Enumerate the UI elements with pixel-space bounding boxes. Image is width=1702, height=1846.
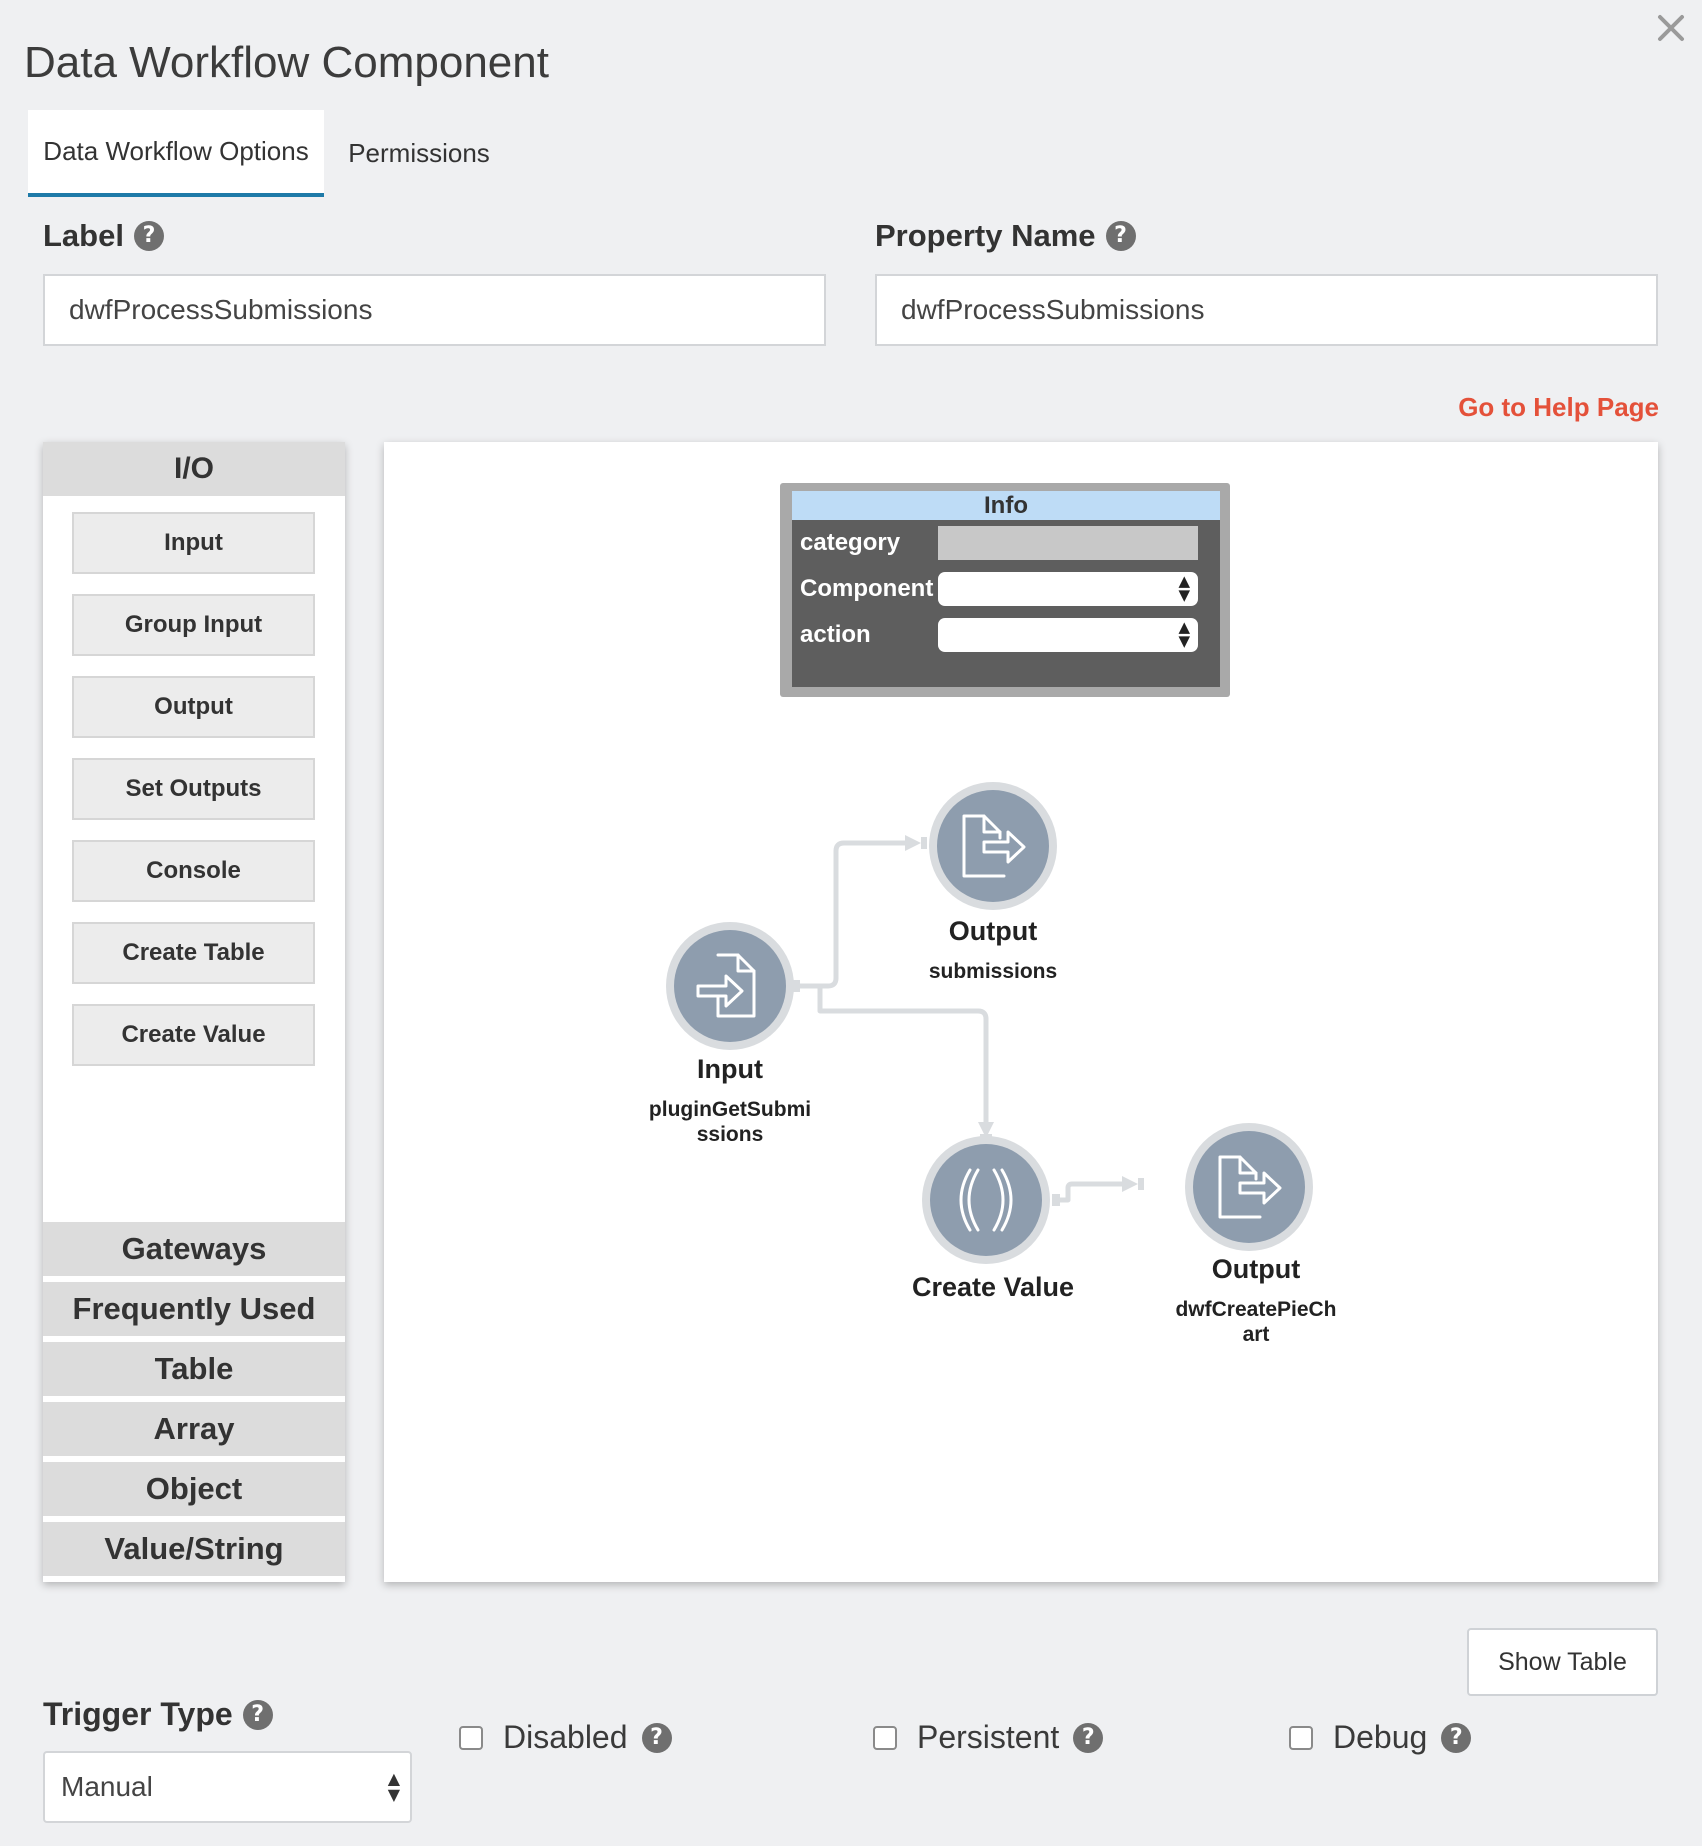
property-name-label-text: Property Name <box>875 218 1096 253</box>
trigger-type-select[interactable]: Manual ▲ ▼ <box>43 1751 412 1823</box>
input-node-title: Input <box>697 1054 763 1084</box>
label-input[interactable]: dwfProcessSubmissions <box>43 274 826 346</box>
palette-section-frequently-used[interactable]: Frequently Used <box>43 1282 345 1336</box>
palette-section-table[interactable]: Table <box>43 1342 345 1396</box>
palette-console-button[interactable]: Console <box>72 840 315 902</box>
debug-option: Debug ? <box>1289 1719 1472 1756</box>
component-select[interactable]: ▲ ▼ <box>938 572 1198 606</box>
disabled-label: Disabled <box>503 1719 628 1755</box>
port-create-value-out <box>1052 1194 1060 1206</box>
trigger-type-value: Manual <box>61 1771 153 1802</box>
create-value-node[interactable] <box>922 1136 1050 1264</box>
info-panel-title: Info <box>792 491 1220 520</box>
palette-create-value-button[interactable]: Create Value <box>72 1004 315 1066</box>
select-arrows-icon: ▲ ▼ <box>1178 618 1190 650</box>
tab-permissions[interactable]: Permissions <box>334 110 504 197</box>
palette-header-io[interactable]: I/O <box>43 442 345 496</box>
tab-data-workflow-options[interactable]: Data Workflow Options <box>28 110 324 197</box>
info-action-label: action <box>800 621 871 648</box>
port-output-submissions-in <box>921 837 927 849</box>
input-node-subtitle: pluginGetSubmi ssions <box>648 1098 812 1146</box>
select-arrows-icon: ▲ ▼ <box>1178 572 1190 604</box>
debug-checkbox[interactable] <box>1289 1725 1313 1750</box>
port-output-chart-in <box>1138 1178 1144 1190</box>
palette-output-button[interactable]: Output <box>72 676 315 738</box>
info-category-label: category <box>800 529 901 556</box>
create-value-title: Create Value <box>911 1272 1075 1302</box>
node-palette: I/O Input Group Input Output Set Outputs… <box>43 442 345 1582</box>
property-name-field-label: Property Name ? <box>875 218 1136 254</box>
palette-create-table-button[interactable]: Create Table <box>72 922 315 984</box>
output-chart-title: Output <box>1211 1254 1301 1284</box>
arrowhead-output-submissions <box>905 835 921 851</box>
question-icon[interactable]: ? <box>242 1699 273 1730</box>
trigger-type-label-text: Trigger Type <box>43 1696 233 1732</box>
info-panel: Info category Component ▲ ▼ action ▲ ▼ <box>780 483 1230 697</box>
persistent-option: Persistent ? <box>873 1719 1104 1756</box>
output-chart-subtitle: dwfCreatePieCh art <box>1175 1298 1337 1346</box>
palette-section-gateways[interactable]: Gateways <box>43 1222 345 1276</box>
property-name-input[interactable]: dwfProcessSubmissions <box>875 274 1658 346</box>
label-field-label: Label ? <box>43 218 164 254</box>
dialog-title: Data Workflow Component <box>24 38 549 87</box>
disabled-option: Disabled ? <box>459 1719 672 1756</box>
question-icon[interactable]: ? <box>133 221 164 251</box>
show-table-button[interactable]: Show Table <box>1467 1628 1658 1696</box>
arrowhead-output-chart <box>1122 1176 1138 1192</box>
debug-label: Debug <box>1333 1719 1428 1755</box>
category-input[interactable] <box>938 526 1198 560</box>
action-select[interactable]: ▲ ▼ <box>938 618 1198 652</box>
question-icon[interactable]: ? <box>1073 1722 1104 1753</box>
label-label-text: Label <box>43 218 124 253</box>
output-submissions-subtitle: submissions <box>928 960 1058 983</box>
close-icon[interactable] <box>1655 12 1687 44</box>
persistent-checkbox[interactable] <box>873 1725 897 1750</box>
persistent-label: Persistent <box>917 1719 1060 1755</box>
select-arrows-icon: ▲ ▼ <box>387 1769 400 1804</box>
palette-input-button[interactable]: Input <box>72 512 315 574</box>
info-row-component: Component ▲ ▼ <box>792 566 1220 612</box>
connector-create-value-to-output-chart <box>1056 1181 1124 1203</box>
disabled-checkbox[interactable] <box>459 1725 483 1750</box>
palette-section-value-string[interactable]: Value/String <box>43 1522 345 1576</box>
trigger-type-label: Trigger Type ? <box>43 1696 273 1733</box>
question-icon[interactable]: ? <box>1105 221 1136 251</box>
info-row-category: category <box>792 520 1220 566</box>
output-submissions-title: Output <box>948 916 1038 946</box>
input-node[interactable] <box>666 922 794 1050</box>
question-icon[interactable]: ? <box>641 1722 672 1753</box>
palette-section-object[interactable]: Object <box>43 1462 345 1516</box>
help-page-link[interactable]: Go to Help Page <box>1458 392 1659 423</box>
palette-section-array[interactable]: Array <box>43 1402 345 1456</box>
output-chart-node[interactable] <box>1185 1123 1313 1251</box>
info-row-action: action ▲ ▼ <box>792 612 1220 658</box>
output-submissions-node[interactable] <box>929 782 1057 910</box>
question-icon[interactable]: ? <box>1441 1722 1472 1753</box>
palette-set-outputs-button[interactable]: Set Outputs <box>72 758 315 820</box>
palette-group-input-button[interactable]: Group Input <box>72 594 315 656</box>
info-component-label: Component <box>800 575 934 602</box>
workflow-canvas[interactable]: Info category Component ▲ ▼ action ▲ ▼ Inp… <box>384 442 1658 1582</box>
